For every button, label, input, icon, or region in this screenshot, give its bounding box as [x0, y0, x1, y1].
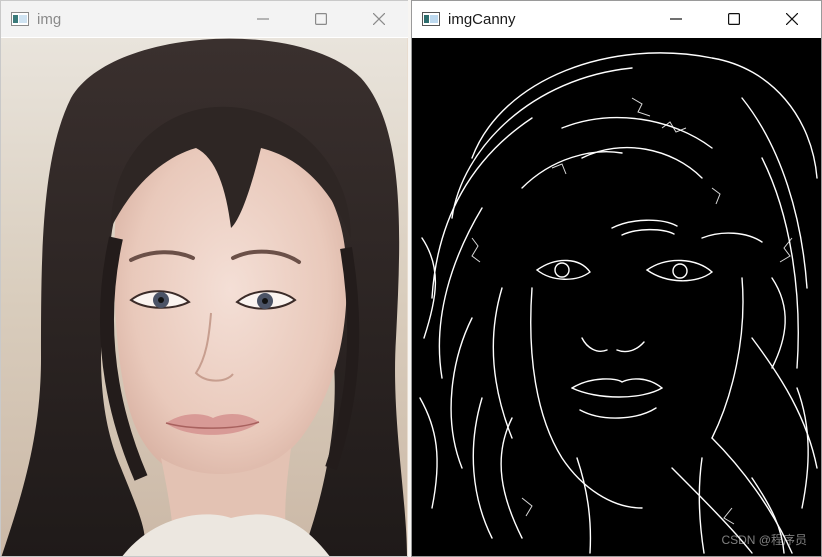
img-window-controls: [234, 1, 408, 37]
img-maximize-button[interactable]: [292, 1, 350, 37]
csdn-watermark: CSDN @程序员: [721, 533, 807, 547]
imgcanny-close-button[interactable]: [763, 1, 821, 37]
maximize-icon: [728, 13, 740, 25]
img-canvas: [1, 38, 408, 556]
minimize-icon: [670, 18, 682, 20]
opencv-window-icon: [11, 12, 29, 26]
imgcanny-window-title: imgCanny: [448, 10, 516, 28]
opencv-window-icon: [422, 12, 440, 26]
imgcanny-canvas: CSDN @程序员: [412, 38, 821, 556]
img-titlebar[interactable]: img: [1, 1, 408, 37]
imgcanny-window: imgCanny CSDN @程序员: [411, 0, 822, 557]
img-minimize-button[interactable]: [234, 1, 292, 37]
img-close-button[interactable]: [350, 1, 408, 37]
imgcanny-window-controls: [647, 1, 821, 37]
imgcanny-minimize-button[interactable]: [647, 1, 705, 37]
imgcanny-titlebar[interactable]: imgCanny: [412, 1, 821, 37]
imgcanny-maximize-button[interactable]: [705, 1, 763, 37]
img-window: img: [0, 0, 408, 557]
canny-edge-image: [412, 38, 821, 556]
maximize-icon: [315, 13, 327, 25]
close-icon: [786, 13, 798, 25]
img-window-title: img: [37, 10, 62, 28]
portrait-image: [1, 38, 407, 556]
close-icon: [373, 13, 385, 25]
minimize-icon: [257, 18, 269, 20]
